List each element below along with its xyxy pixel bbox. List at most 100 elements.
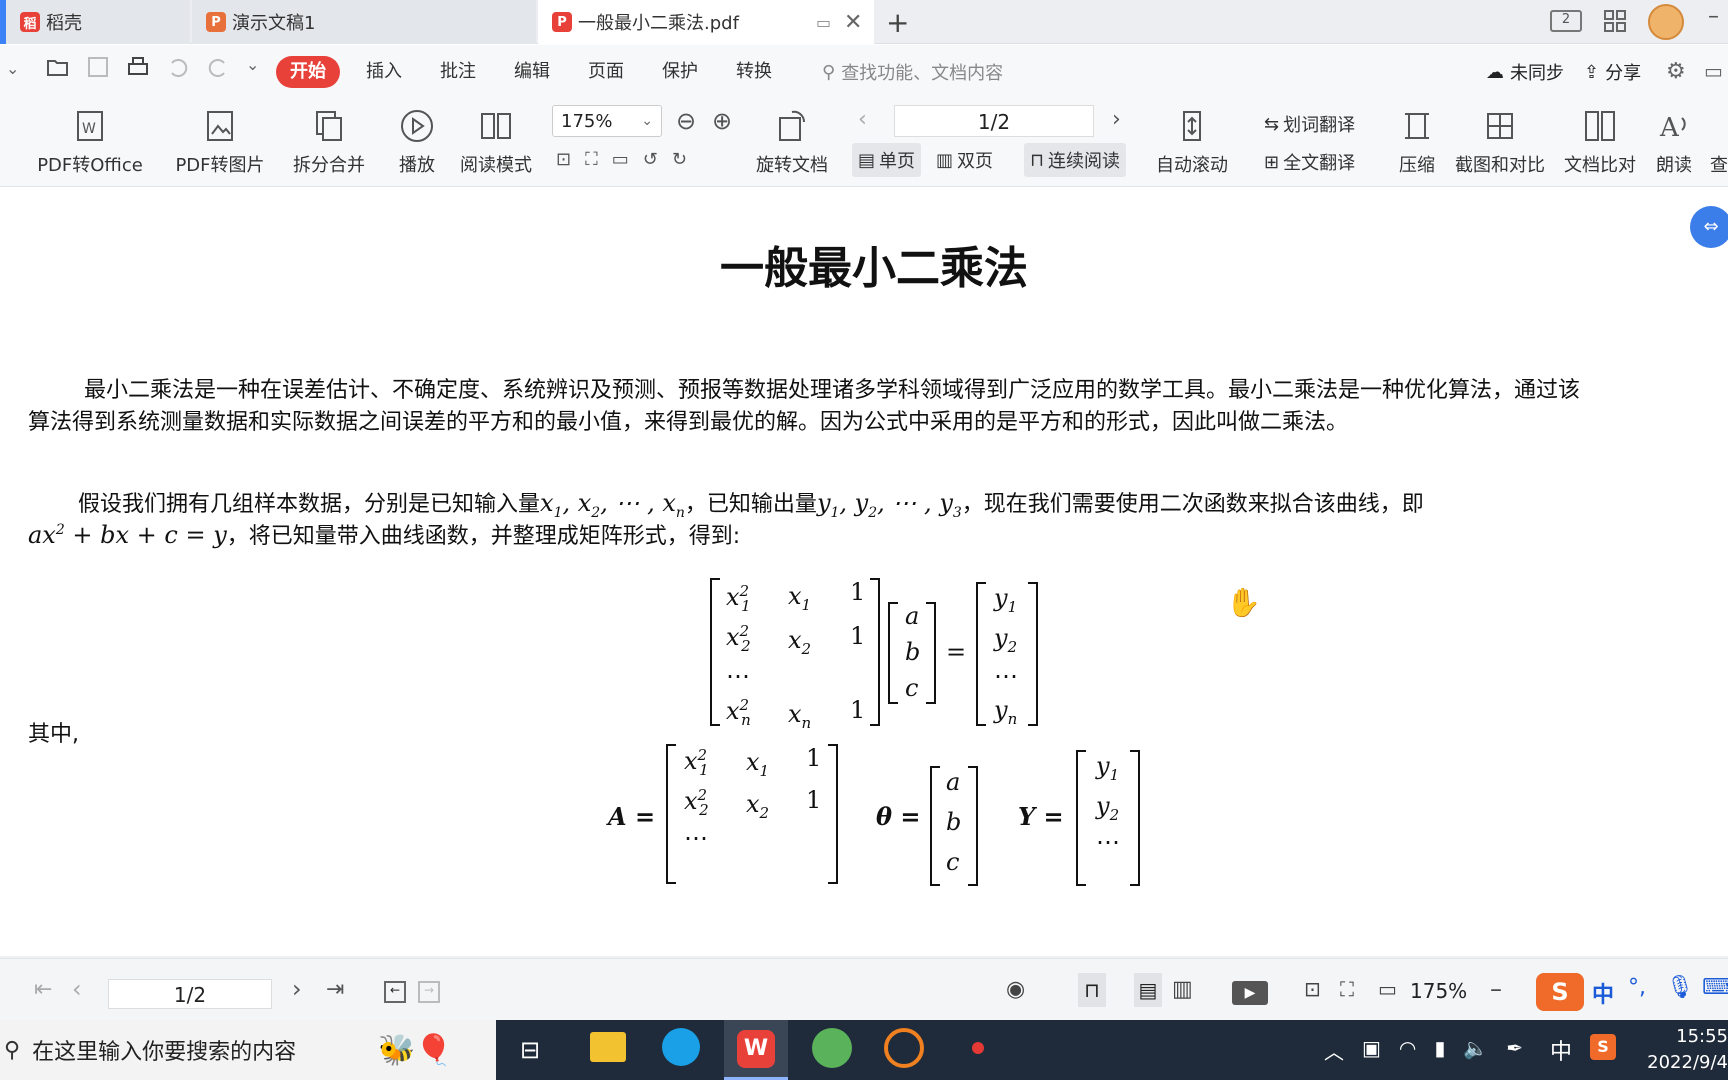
fit-page-icon[interactable]: ⛶: [585, 149, 598, 170]
fit-width-icon[interactable]: ▭: [612, 149, 629, 170]
save-icon[interactable]: [86, 55, 110, 79]
float-window-icon[interactable]: ▭: [816, 13, 831, 32]
status-zoom[interactable]: 175%: [1410, 979, 1467, 1003]
double-page-button[interactable]: ▥ 双页: [936, 143, 993, 177]
redo-icon[interactable]: [206, 55, 230, 79]
continuous-icon[interactable]: ⊓: [1078, 973, 1106, 1007]
customize-icon[interactable]: ⌄: [246, 55, 259, 79]
first-page-icon[interactable]: ⇤: [34, 977, 52, 1002]
read-aloud-button[interactable]: A 朗读: [1652, 101, 1696, 177]
menu-protect[interactable]: 保护: [662, 56, 698, 88]
read-mode-button[interactable]: 阅读模式: [456, 101, 536, 177]
screenshot-compare-button[interactable]: 截图和对比: [1452, 101, 1548, 177]
recorder-icon[interactable]: [972, 1042, 984, 1054]
compress-button[interactable]: 压缩: [1392, 101, 1442, 177]
zoom-in-icon[interactable]: ⊕: [712, 107, 732, 135]
document-view[interactable]: ⇔ 一般最小二乘法 最小二乘法是一种在误差估计、不确定度、系统辨识及预测、预报等…: [0, 188, 1728, 958]
new-tab-icon[interactable]: +: [886, 6, 909, 39]
app-icon[interactable]: [812, 1028, 852, 1068]
doc-compare-icon: [1585, 111, 1615, 141]
settings-icon[interactable]: ⚙: [1666, 59, 1686, 84]
rotate-right-icon[interactable]: ↻: [672, 149, 687, 170]
doc-compare-button[interactable]: 文档比对: [1562, 101, 1638, 177]
split-merge-button[interactable]: 拆分合并: [284, 101, 374, 177]
grid-icon[interactable]: [1604, 10, 1626, 32]
comment-icon[interactable]: ▭: [1704, 59, 1723, 83]
single-page-button[interactable]: ▤ 单页: [852, 143, 922, 177]
prev-page-icon[interactable]: ‹: [72, 975, 82, 1003]
minimize-icon[interactable]: –: [1708, 4, 1719, 29]
play-button[interactable]: 播放: [392, 101, 442, 177]
back-icon[interactable]: ←: [384, 981, 406, 1003]
word-translate-button[interactable]: ⇆ 划词翻译: [1264, 107, 1355, 141]
actual-size-icon[interactable]: ⊡: [556, 149, 571, 170]
app-icon[interactable]: [884, 1028, 924, 1068]
double-page-icon[interactable]: ▥: [1172, 977, 1193, 1002]
eye-protection-icon[interactable]: ◉: [1006, 977, 1025, 1002]
search-box[interactable]: ⚲ 查找功能、文档内容: [822, 56, 1003, 88]
menu-edit[interactable]: 编辑: [514, 56, 550, 88]
pen-icon[interactable]: ✒: [1506, 1036, 1523, 1065]
menu-start[interactable]: 开始: [276, 56, 340, 88]
volume-icon[interactable]: 🔈: [1463, 1036, 1488, 1065]
next-page-icon[interactable]: ›: [1112, 107, 1121, 132]
menu-convert[interactable]: 转换: [736, 56, 772, 88]
tray-app-icon[interactable]: ▣: [1362, 1036, 1381, 1065]
wps-taskbar-button[interactable]: W: [724, 1020, 788, 1080]
fit-page-icon[interactable]: ⛶: [1340, 977, 1354, 1001]
taskbar-search[interactable]: ⚲ 在这里输入你要搜索的内容 🐝🎈: [0, 1020, 496, 1080]
pdf-to-office-button[interactable]: W PDF转Office: [30, 101, 150, 177]
menu-page[interactable]: 页面: [588, 56, 624, 88]
close-tab-icon[interactable]: ✕: [844, 10, 862, 35]
clock[interactable]: 15:55 2022/9/4: [1632, 1024, 1728, 1076]
page-input[interactable]: 1/2: [894, 105, 1094, 137]
menu-annotate[interactable]: 批注: [440, 56, 476, 88]
window-count-icon[interactable]: 2: [1550, 10, 1582, 32]
tab-pdf[interactable]: P 一般最小二乘法.pdf ▭ ✕: [538, 0, 874, 44]
file-explorer-icon[interactable]: [590, 1032, 626, 1062]
sogou-ime-icon[interactable]: S: [1536, 973, 1584, 1011]
microphone-icon[interactable]: 🎙: [1666, 975, 1694, 1000]
continuous-read-button[interactable]: ⊓ 连续阅读: [1024, 143, 1127, 177]
sync-button[interactable]: ☁ 未同步: [1486, 56, 1564, 88]
chevron-up-icon[interactable]: ︿: [1324, 1036, 1344, 1065]
auto-scroll-button[interactable]: 自动滚动: [1148, 101, 1236, 177]
avatar[interactable]: [1648, 4, 1684, 40]
view-tools: ⊡ ⛶ ▭ ↺ ↻: [556, 149, 687, 170]
full-translate-button[interactable]: ⊞ 全文翻译: [1264, 145, 1355, 179]
fit-width-icon[interactable]: ▭: [1378, 977, 1397, 1001]
keyboard-icon[interactable]: ⌨: [1702, 975, 1728, 1000]
rotate-left-icon[interactable]: ↺: [643, 149, 658, 170]
edge-icon[interactable]: [662, 1028, 700, 1066]
forward-icon[interactable]: →: [418, 981, 440, 1003]
battery-icon[interactable]: ▮: [1434, 1036, 1445, 1065]
prev-page-icon[interactable]: ‹: [858, 107, 867, 132]
task-view-icon[interactable]: ⊟: [520, 1036, 540, 1064]
zoom-select[interactable]: 175% ⌄: [552, 105, 662, 137]
menu-insert[interactable]: 插入: [366, 56, 402, 88]
punctuation-icon[interactable]: °,: [1628, 975, 1646, 1000]
print-icon[interactable]: [126, 55, 150, 79]
tab-presentation[interactable]: P 演示文稿1: [192, 0, 536, 44]
open-icon[interactable]: [46, 55, 70, 79]
next-page-icon[interactable]: ›: [292, 975, 302, 1003]
single-page-icon[interactable]: ▤: [1134, 973, 1162, 1007]
share-button[interactable]: ⇪ 分享: [1584, 56, 1641, 88]
pdf-to-image-button[interactable]: PDF转图片: [170, 101, 270, 177]
rotate-doc-button[interactable]: 旋转文档: [752, 101, 832, 177]
chevron-down-icon[interactable]: ⌄: [6, 59, 19, 78]
status-page-input[interactable]: 1/2: [108, 979, 272, 1009]
last-page-icon[interactable]: ⇥: [326, 977, 344, 1002]
ime-indicator[interactable]: 中: [1550, 1034, 1572, 1066]
play-icon[interactable]: ▶: [1232, 981, 1268, 1005]
actual-size-icon[interactable]: ⊡: [1304, 977, 1321, 1001]
zoom-out-icon[interactable]: ⊖: [676, 107, 696, 135]
wifi-icon[interactable]: ◠: [1399, 1036, 1416, 1065]
undo-icon[interactable]: [166, 55, 190, 79]
more-button[interactable]: 查: [1710, 101, 1728, 177]
sogou-tray-icon[interactable]: S: [1590, 1034, 1616, 1060]
read-aloud-icon: A: [1659, 113, 1686, 143]
zoom-out-icon[interactable]: –: [1490, 975, 1502, 1003]
ime-mode[interactable]: 中: [1592, 977, 1614, 1009]
tab-docer[interactable]: 稻 稻壳: [0, 0, 190, 44]
